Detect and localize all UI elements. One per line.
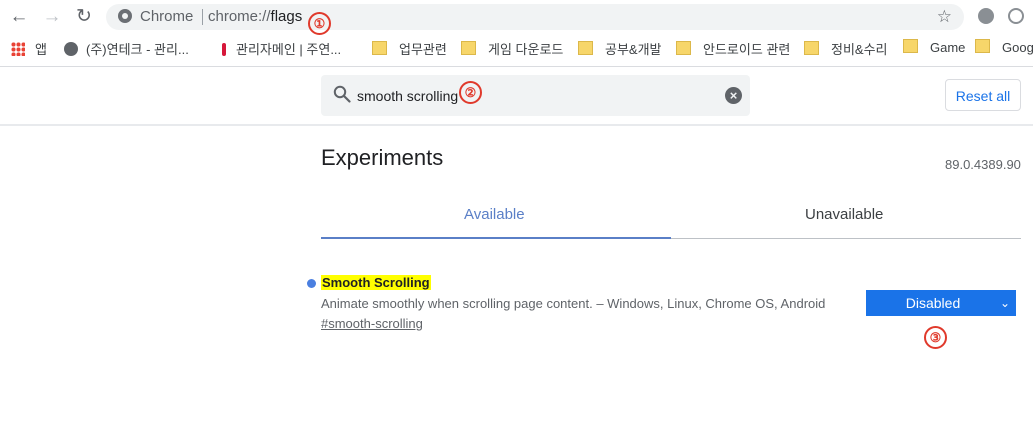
flags-search-box[interactable]: smooth scrolling × <box>321 75 750 116</box>
folder-icon <box>804 41 819 55</box>
flag-title: Smooth Scrolling <box>321 275 431 290</box>
bookmark-label: Game <box>930 40 966 55</box>
bookmark-label: (주)연테크 - 관리... <box>86 42 189 57</box>
bookmark-folder[interactable]: 게임 다운로드 <box>461 39 563 58</box>
bookmark-folder[interactable]: 정비&수리 <box>804 39 888 58</box>
reset-all-button[interactable]: Reset all <box>945 79 1021 111</box>
extension-icon[interactable] <box>978 8 994 24</box>
annotation-marker-1: ① <box>308 12 331 35</box>
bookmarks-bar: 앱 (주)연테크 - 관리... 관리자메인 | 주연... 업무관련 게임 다… <box>0 34 1033 62</box>
modified-indicator-dot <box>307 279 316 288</box>
bookmark-item[interactable]: 관리자메인 | 주연... <box>222 39 341 58</box>
address-bar[interactable]: Chrome chrome://flags ☆ <box>106 4 964 30</box>
omnibox-separator <box>202 9 203 25</box>
apps-grid-icon <box>11 42 25 56</box>
bookmark-folder[interactable]: 안드로이드 관련 <box>676 39 790 58</box>
flag-state-select[interactable]: Disabled ⌄ <box>866 290 1016 316</box>
page-title: Experiments <box>321 145 444 170</box>
bookmark-label: 공부&개발 <box>605 42 662 57</box>
annotation-marker-2: ② <box>459 81 482 104</box>
bookmark-folder[interactable]: 업무관련 <box>372 39 447 58</box>
folder-icon <box>578 41 593 55</box>
bookmark-label: 관리자메인 | 주연... <box>236 42 342 57</box>
active-tab-indicator <box>321 237 671 239</box>
globe-icon <box>64 42 78 56</box>
flag-state-value: Disabled <box>905 295 961 311</box>
bookmark-label: 앱 <box>35 42 47 57</box>
bookmark-star-icon[interactable]: ☆ <box>937 7 952 27</box>
red-mark-icon <box>222 43 226 56</box>
bookmark-folder[interactable]: Game <box>903 39 965 55</box>
clear-search-icon[interactable]: × <box>725 87 742 104</box>
bookmark-label: 안드로이드 관련 <box>703 42 791 57</box>
annotation-marker-3: ③ <box>924 326 947 349</box>
back-arrow-icon[interactable]: ← <box>7 6 31 28</box>
bookmark-folder[interactable]: Google <box>975 39 1033 55</box>
folder-icon <box>975 39 990 53</box>
folder-icon <box>372 41 387 55</box>
search-input[interactable]: smooth scrolling <box>357 88 458 104</box>
tab-unavailable[interactable]: Unavailable <box>805 206 883 223</box>
version-label: 89.0.4389.90 <box>945 157 1021 172</box>
chevron-down-icon: ⌄ <box>999 296 1010 310</box>
browser-toolbar: ← → ↻ Chrome chrome://flags ☆ <box>0 0 1033 34</box>
bookmark-label: 업무관련 <box>399 42 447 57</box>
bookmark-folder[interactable]: 공부&개발 <box>578 39 662 58</box>
bookmark-apps[interactable]: 앱 <box>11 39 47 58</box>
reload-icon[interactable]: ↻ <box>72 6 96 28</box>
folder-icon <box>903 39 918 53</box>
translate-globe-icon[interactable] <box>1008 8 1024 24</box>
omnibox-scheme-label: Chrome <box>140 8 194 25</box>
omnibox-url-path: flags <box>270 8 303 25</box>
toolbar-divider <box>0 66 1033 67</box>
omnibox-url[interactable]: chrome://flags <box>208 8 302 25</box>
bookmark-item[interactable]: (주)연테크 - 관리... <box>64 39 189 58</box>
bookmark-label: Google <box>1002 40 1033 55</box>
header-divider <box>0 124 1033 126</box>
forward-arrow-icon[interactable]: → <box>40 6 64 28</box>
chrome-page-icon <box>118 9 132 23</box>
flag-permalink[interactable]: #smooth-scrolling <box>321 316 423 331</box>
bookmark-label: 정비&수리 <box>831 42 888 57</box>
bookmark-label: 게임 다운로드 <box>488 42 564 57</box>
tab-available[interactable]: Available <box>464 206 525 223</box>
folder-icon <box>461 41 476 55</box>
search-icon <box>333 85 351 103</box>
folder-icon <box>676 41 691 55</box>
flag-description: Animate smoothly when scrolling page con… <box>321 296 826 311</box>
omnibox-url-prefix: chrome:// <box>208 8 271 25</box>
